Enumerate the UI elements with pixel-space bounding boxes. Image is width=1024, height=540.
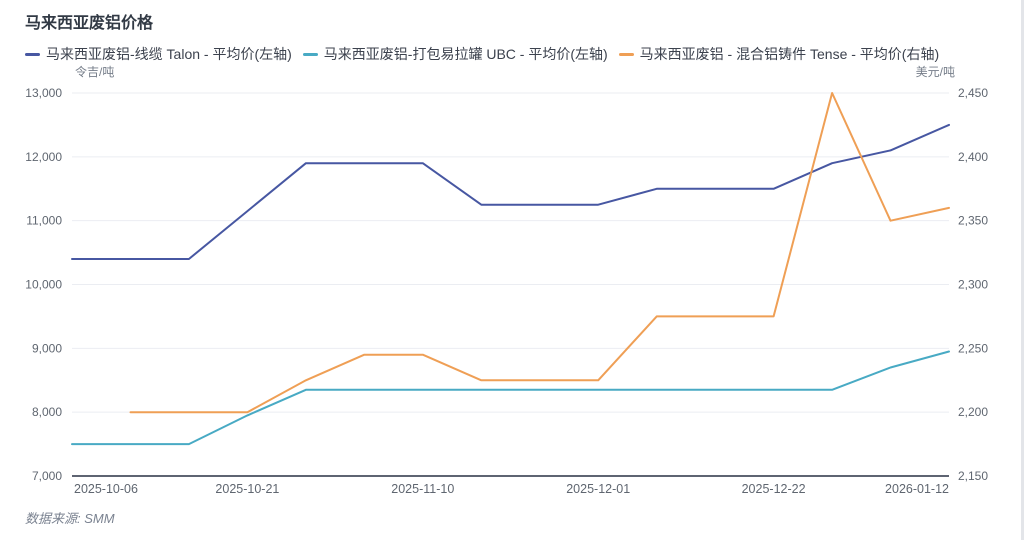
right-axis-tick-label: 2,150 <box>958 469 988 483</box>
x-axis-tick-label: 2025-12-22 <box>742 482 806 496</box>
left-axis-tick-label: 12,000 <box>25 150 62 164</box>
x-axis-tick-label: 2025-10-21 <box>215 482 279 496</box>
left-axis-tick-label: 8,000 <box>32 405 62 419</box>
left-axis-tick-label: 13,000 <box>25 86 62 100</box>
left-axis-tick-label: 10,000 <box>25 278 62 292</box>
plot-area: 13,000 12,000 11,000 10,000 9,000 8,000 7,000 2… <box>0 0 1024 540</box>
left-axis-tick-label: 7,000 <box>32 469 62 483</box>
x-axis-tick-label: 2025-11-10 <box>391 482 454 496</box>
x-axis-tick-label: 2025-10-06 <box>74 482 138 496</box>
right-axis-tick-label: 2,300 <box>958 278 988 292</box>
chart-page: 马来西亚废铝价格 马来西亚废铝-线缆 Talon - 平均价(左轴) 马来西亚废… <box>0 0 1024 540</box>
x-axis-tick-label: 2026-01-12 <box>885 482 949 496</box>
right-axis-tick-label: 2,350 <box>958 214 988 228</box>
right-axis-tick-label: 2,400 <box>958 150 988 164</box>
x-axis-tick-label: 2025-12-01 <box>566 482 630 496</box>
data-source: 数据来源: SMM <box>25 511 115 526</box>
series-line-1 <box>71 350 950 446</box>
left-axis-tick-label: 11,000 <box>26 214 62 228</box>
series-line-2 <box>129 92 950 414</box>
right-axis-tick-label: 2,250 <box>958 341 988 355</box>
right-axis-tick-label: 2,200 <box>958 405 988 419</box>
right-axis-tick-label: 2,450 <box>958 86 988 100</box>
left-axis-tick-label: 9,000 <box>32 341 62 355</box>
